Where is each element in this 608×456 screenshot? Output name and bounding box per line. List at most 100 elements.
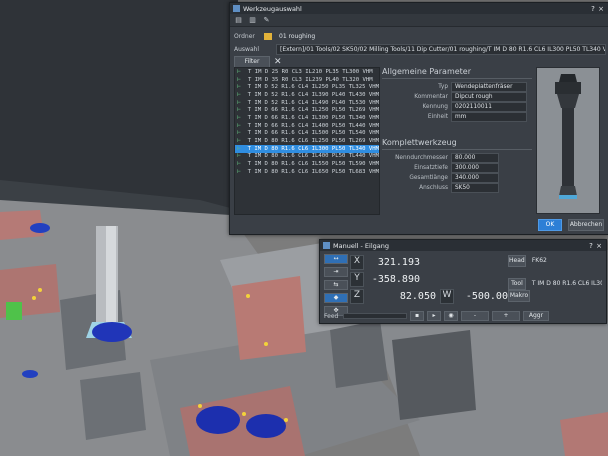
tool-list-item[interactable]: ⊢ T IM D 52 R1.6 CL4 IL250 PL35 TL325 VHM [235,83,379,91]
komplettwerkzeug-label: Nenndurchmesser [395,155,448,161]
tool-list-item[interactable]: ⊢ T IM D 35 R0 CL3 IL239 PL40 TL320 VHM [235,76,379,84]
komplettwerkzeug-label: Anschluss [419,185,448,191]
tool-list-item[interactable]: ⊢ T IM D 25 R0 CL3 IL210 PL35 TL300 VHM [235,68,379,76]
minus-button[interactable]: - [461,311,489,321]
grid-view-icon[interactable]: ▥ [248,16,257,24]
aggr-button[interactable]: Aggr [523,311,549,321]
tool-item-label: T IM D 25 R0 CL3 IL210 PL35 TL300 VHM [248,68,373,75]
auswahl-row: Auswahl [Extern]/01 Tools/02 SK50/02 Mil… [234,44,606,55]
allgemeine-parameter-row: Kennung 0202110011 [382,102,532,112]
tool-item-icon: ⊢ [237,167,241,175]
target-mode-icon[interactable]: ◆ [324,293,348,303]
clear-filter-icon[interactable]: ✕ [274,57,282,67]
werkzeugauswahl-dialog: Werkzeugauswahl ? × ▤ ▥ ✎ Ordner 01 roug… [229,2,608,235]
tool-item-icon: ⊢ [237,113,241,121]
dialog-buttons: OK Abbrechen [538,219,604,231]
komplettwerkzeug-row: Anschluss SK50 [382,183,532,193]
tool-list-item[interactable]: ⊢ T IM D 66 R1.6 CL4 IL400 PL50 TL440 VHM [235,122,379,130]
allgemeine-parameter-label: Kommentar [414,94,448,100]
tool-list-item[interactable]: ⊢ T IM D 66 R1.6 CL4 IL300 PL50 TL340 VHM [235,114,379,122]
tool-item-label: T IM D 80 R1.6 CL6 IL400 PL50 TL440 VHM [247,153,379,160]
feed-zero-icon[interactable]: ◉ [444,311,458,321]
komplettwerkzeug-value[interactable]: 80.000 [451,153,499,163]
tool-list-item[interactable]: ⊢ T IM D 52 R1.6 CL4 IL490 PL40 TL530 VHM [235,99,379,107]
tool-list[interactable]: ⊢ T IM D 25 R0 CL3 IL210 PL35 TL300 VHM ⊢ T… [234,67,380,215]
allgemeine-parameter-label: Einheit [427,114,448,120]
tool-button[interactable]: Tool [508,277,526,290]
tool-list-item[interactable]: ⊢ T IM D 80 R1.6 CL6 IL650 PL50 TL683 VHM [235,168,379,176]
tool-list-item[interactable]: ⊢ T IM D 52 R1.6 CL4 IL390 PL40 TL430 VHM [235,91,379,99]
tool-item-label: T IM D 52 R1.6 CL4 IL490 PL40 TL530 VHM [247,99,379,106]
manuell-title: Manuell - Eilgang [333,241,389,250]
tool-item-icon: ⊢ [237,67,241,75]
x-value[interactable]: 321.193 [364,257,420,268]
plus-button[interactable]: + [492,311,520,321]
w-axis-button[interactable]: W [440,289,454,304]
komplettwerkzeug-value[interactable]: SK50 [451,183,499,193]
tool-item-label: T IM D 52 R1.6 CL4 IL390 PL40 TL430 VHM [247,91,379,98]
manuell-titlebar[interactable]: Manuell - Eilgang ? × [320,240,606,251]
move-mode-icon[interactable]: ↔ [324,254,348,264]
step-mode-icon[interactable]: ⇥ [324,267,348,277]
head-value: FK62 [531,257,547,264]
ordner-row: Ordner 01 roughing [234,32,607,41]
tool-item-label: T IM D 80 R1.6 CL6 IL300 PL50 TL340 VHM [247,145,379,152]
folder-icon[interactable] [264,33,272,40]
tool-item-label: T IM D 35 R0 CL3 IL239 PL40 TL320 VHM [248,76,373,83]
z-axis-button[interactable]: Z [350,289,364,304]
tool-list-item[interactable]: ⊢ T IM D 66 R1.6 CL4 IL500 PL50 TL540 VHM [235,130,379,138]
tool-item-icon: ⊢ [237,152,241,160]
tool-item-icon: ⊢ [237,144,241,152]
tool-list-item[interactable]: ⊢ T IM D 80 R1.6 CL6 IL300 PL50 TL340 VHM [235,144,379,153]
ordner-value[interactable]: 01 roughing [276,32,607,41]
komplettwerkzeug-row: Gesamtlänge 340.000 [382,173,532,183]
w-value[interactable]: -500.000 [454,291,514,302]
werkzeugauswahl-titlebar[interactable]: Werkzeugauswahl ? × [230,3,608,14]
komplettwerkzeug-label: Einsatztiefe [414,165,448,171]
edit-pencil-icon[interactable]: ✎ [262,16,271,24]
komplettwerkzeug-value[interactable]: 340.000 [451,173,499,183]
tool-item-label: T IM D 52 R1.6 CL4 IL250 PL35 TL325 VHM [247,84,379,91]
z-value[interactable]: 82.050 [364,291,436,302]
head-button[interactable]: Head [508,254,526,267]
makro-button[interactable]: Makro [508,289,530,302]
x-axis-button[interactable]: X [350,255,364,270]
list-view-icon[interactable]: ▤ [234,16,243,24]
feed-slider[interactable] [343,313,407,319]
auswahl-path-field[interactable]: [Extern]/01 Tools/02 SK50/02 Milling Too… [276,44,606,55]
feed-row: Feed ▪ ▸ ◉ - + Aggr [324,311,549,321]
tool-item-label: T IM D 66 R1.6 CL4 IL400 PL50 TL440 VHM [247,122,379,129]
app-icon [233,5,240,12]
tool-item-icon: ⊢ [237,98,241,106]
help-icon[interactable]: ? [587,242,595,250]
allgemeine-parameter-value[interactable]: 0202110011 [451,102,527,112]
ok-button[interactable]: OK [538,219,562,231]
feed-inc-button[interactable]: ▸ [427,311,441,321]
y-value[interactable]: -358.890 [364,274,420,285]
close-icon[interactable]: × [595,242,603,250]
tool-item-label: T IM D 80 R1.6 CL6 IL250 PL50 TL269 VHM [247,138,379,145]
komplettwerkzeug-value[interactable]: 300.000 [451,163,499,173]
tool-item-icon: ⊢ [237,75,241,83]
allgemeine-parameter-value[interactable]: Wendeplattenfräser [451,82,527,92]
manuell-right-panel: Head FK62 Tool T IM D 80 R1.6 CL6 IL300 … [508,254,602,302]
cancel-button[interactable]: Abbrechen [568,219,604,231]
tool-item-icon: ⊢ [237,137,241,145]
coordinate-rows: X 321.193 Y -358.890 Z 82.050 W -500.000 [350,254,514,305]
y-axis-button[interactable]: Y [350,272,364,287]
tool-item-icon: ⊢ [237,106,241,114]
allgemeine-parameter-row: Einheit mm [382,112,532,122]
help-icon[interactable]: ? [589,5,597,13]
close-icon[interactable]: × [597,5,605,13]
feed-label: Feed [324,312,339,320]
tool-list-item[interactable]: ⊢ T IM D 66 R1.6 CL4 IL250 PL50 TL269 VHM [235,106,379,114]
tool-list-item[interactable]: ⊢ T IM D 80 R1.6 CL6 IL400 PL50 TL440 VHM [235,153,379,161]
tool-list-item[interactable]: ⊢ T IM D 80 R1.6 CL6 IL550 PL50 TL590 VHM [235,160,379,168]
werkzeug-toolbar: ▤ ▥ ✎ [230,14,608,27]
feed-dec-button[interactable]: ▪ [410,311,424,321]
tool-list-item[interactable]: ⊢ T IM D 80 R1.6 CL6 IL250 PL50 TL269 VHM [235,137,379,145]
allgemeine-parameter-value[interactable]: mm [451,112,527,122]
allgemeine-parameter-value[interactable]: Dipcut rough [451,92,527,102]
jog-mode-icon[interactable]: ⇆ [324,280,348,290]
mode-buttons: ↔ ⇥ ⇆ ◆ ✥ [324,254,348,316]
